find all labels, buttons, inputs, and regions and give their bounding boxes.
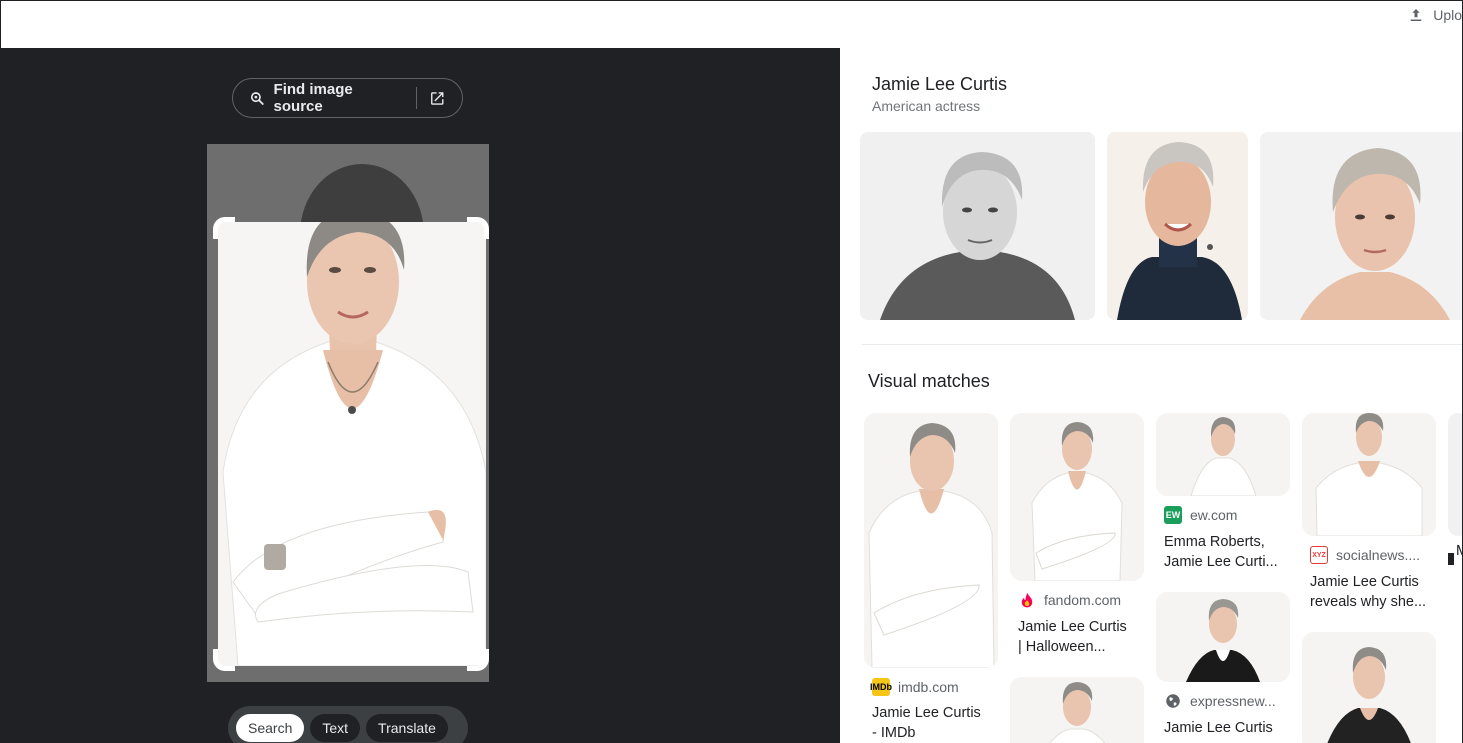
entity-image[interactable] — [1107, 132, 1248, 320]
find-image-source-button[interactable]: Find image source — [232, 78, 463, 118]
mode-search-tab[interactable]: Search — [236, 714, 305, 742]
match-thumbnail — [1010, 413, 1144, 581]
match-source-ew[interactable]: EW ew.com — [1164, 506, 1237, 524]
section-divider — [862, 344, 1462, 345]
crop-handle-top-left[interactable] — [213, 217, 235, 239]
partial-indicator — [1448, 553, 1454, 565]
match-site: imdb.com — [898, 679, 959, 695]
results-pane: Jamie Lee Curtis American actress Visual… — [840, 48, 1463, 743]
match-title-express[interactable]: Jamie Lee Curtis — [1164, 718, 1286, 738]
entity-photo-turtleneck — [1107, 132, 1248, 320]
match-thumbnail — [1010, 677, 1144, 743]
cropped-photo — [218, 222, 486, 666]
match-image-fandom[interactable] — [1010, 413, 1144, 581]
match-image[interactable] — [1010, 677, 1144, 743]
socialnews-favicon-icon: XYZ — [1310, 546, 1328, 564]
mode-text-tab[interactable]: Text — [310, 714, 361, 742]
upload-icon — [1410, 9, 1422, 21]
match-title-imdb[interactable]: Jamie Lee Curtis - IMDb — [872, 703, 994, 743]
entity-photo-bw — [860, 132, 1095, 320]
match-title-line: Jamie Lee Curtis — [1164, 720, 1273, 736]
match-image-partial[interactable] — [1448, 413, 1462, 536]
match-image-socialnews[interactable] — [1302, 413, 1436, 536]
entity-subtitle: American actress — [872, 98, 981, 114]
divider — [416, 87, 418, 109]
match-title-line: - IMDb — [872, 725, 916, 741]
mode-translate-tab[interactable]: Translate — [366, 714, 448, 742]
match-title-socialnews[interactable]: Jamie Lee Curtis reveals why she... — [1310, 572, 1432, 612]
fandom-flame-icon — [1021, 592, 1033, 608]
upload-label: Uplo — [1433, 7, 1462, 23]
match-thumbnail — [1156, 413, 1290, 496]
upload-button[interactable]: Uplo — [1407, 6, 1462, 24]
match-title-line: reveals why she... — [1310, 594, 1427, 610]
match-site: socialnews.... — [1336, 547, 1421, 563]
match-title-ew[interactable]: Emma Roberts, Jamie Lee Curti... — [1164, 532, 1286, 572]
visual-matches-heading: Visual matches — [868, 371, 990, 391]
match-thumbnail — [1156, 592, 1290, 682]
match-source-fandom[interactable]: fandom.com — [1018, 591, 1121, 609]
match-image-ew[interactable] — [1156, 413, 1290, 496]
match-site: fandom.com — [1044, 592, 1122, 608]
match-title-line: Jamie Lee Curtis — [872, 705, 981, 721]
find-image-source-label: Find image source — [273, 81, 353, 115]
match-thumbnail — [1302, 632, 1436, 743]
match-thumbnail — [864, 413, 998, 668]
entity-title[interactable]: Jamie Lee Curtis — [872, 74, 1007, 95]
match-site: expressnew... — [1190, 693, 1276, 709]
query-image[interactable] — [207, 144, 489, 682]
match-source-express[interactable]: expressnew... — [1164, 692, 1276, 710]
crop-handle-top-right[interactable] — [467, 217, 489, 239]
match-image[interactable] — [1302, 632, 1436, 743]
imdb-favicon-icon: IMDb — [870, 678, 892, 696]
match-title-line: Emma Roberts, — [1164, 534, 1265, 550]
match-title-line: Jamie Lee Curtis — [1018, 619, 1127, 635]
match-title-line: Jamie Lee Curti... — [1164, 554, 1278, 570]
match-title-fandom[interactable]: Jamie Lee Curtis | Halloween... — [1018, 617, 1140, 657]
open-in-new-icon — [431, 91, 444, 105]
lens-search-icon — [250, 91, 264, 105]
entity-image[interactable] — [1260, 132, 1462, 320]
globe-icon — [1166, 694, 1180, 708]
match-title-line: Jamie Lee Curtis — [1310, 574, 1419, 590]
match-thumbnail — [1302, 413, 1436, 536]
ew-favicon-icon: EW — [1164, 506, 1182, 524]
match-source-imdb[interactable]: IMDb imdb.com — [870, 678, 959, 696]
partial-match-title: M — [1456, 543, 1462, 559]
entity-image[interactable] — [860, 132, 1095, 320]
lens-image-pane: Find image source Search Text Translate — [0, 48, 840, 743]
crop-handle-bottom-left[interactable] — [213, 649, 235, 671]
match-site: ew.com — [1190, 507, 1238, 523]
match-image-express[interactable] — [1156, 592, 1290, 682]
crop-region[interactable] — [218, 222, 486, 666]
lens-mode-switcher: Search Text Translate — [228, 706, 468, 743]
top-bar: Uplo — [0, 0, 1463, 48]
match-image-imdb[interactable] — [864, 413, 998, 668]
match-source-socialnews[interactable]: XYZ socialnews.... — [1310, 546, 1420, 564]
match-title-line: | Halloween... — [1018, 639, 1106, 655]
entity-photo-portrait — [1260, 132, 1462, 320]
